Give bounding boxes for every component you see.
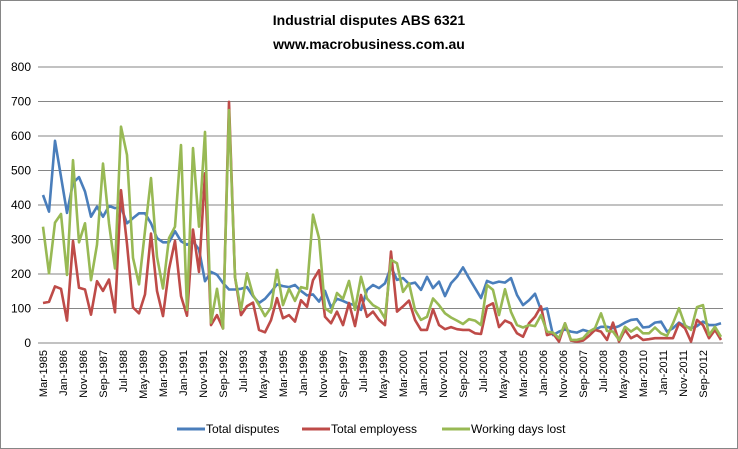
legend-label: Total employess [331, 422, 417, 436]
y-tick-label: 400 [11, 198, 31, 212]
x-tick-label: Mar-2005 [518, 350, 530, 397]
y-tick-label: 800 [11, 60, 31, 74]
legend-item: Total employess [302, 422, 417, 436]
legend: Total disputes Total employess Working day… [177, 422, 566, 436]
x-tick-label: Jan-2011 [658, 350, 670, 395]
x-tick-label: Sep-1992 [218, 350, 230, 398]
x-tick-label: May-1989 [138, 350, 150, 399]
x-tick-label: May-2009 [618, 350, 630, 399]
y-tick-label: 200 [11, 267, 31, 281]
legend-label: Working days lost [471, 422, 566, 436]
x-tick-label: May-1999 [378, 350, 390, 399]
legend-label: Total disputes [206, 422, 279, 436]
x-tick-label: Nov-2011 [678, 350, 690, 397]
x-tick-label: Jul-2008 [598, 350, 610, 392]
x-tick-label: May-2004 [498, 350, 510, 399]
series-line-3 [41, 108, 723, 342]
y-tick-label: 500 [11, 164, 31, 178]
gridlines [38, 66, 723, 344]
chart-container: Industrial disputes ABS 6321 www.macrobu… [0, 0, 738, 449]
y-tick-label: 300 [11, 233, 31, 247]
x-tick-label: Sep-2012 [698, 350, 710, 398]
x-tick-label: Jan-1986 [58, 350, 70, 396]
chart-title: Industrial disputes ABS 6321 [273, 12, 466, 28]
x-tick-label: Mar-2010 [638, 350, 650, 397]
x-tick-label: Jul-2003 [478, 350, 490, 392]
x-tick-label: Jan-2001 [418, 350, 430, 396]
x-axis: Mar-1985 Jan-1986 Nov-1986 Sep-1987 Jul-1988… [38, 350, 710, 399]
x-tick-label: Nov-1986 [78, 350, 90, 398]
chart-subtitle: www.macrobusiness.com.au [272, 36, 465, 52]
series-line-2 [42, 100, 723, 343]
x-tick-label: Mar-1995 [278, 350, 290, 397]
x-tick-label: May-1994 [258, 350, 270, 399]
x-tick-label: Sep-1997 [338, 350, 350, 398]
x-tick-label: Jan-1991 [178, 350, 190, 396]
x-tick-label: Nov-1996 [318, 350, 330, 398]
x-tick-label: Jul-1993 [238, 350, 250, 392]
x-tick-label: Jul-1998 [358, 350, 370, 392]
y-tick-label: 600 [11, 129, 31, 143]
x-tick-label: Nov-1991 [198, 350, 210, 398]
x-tick-label: Nov-2006 [558, 350, 570, 398]
series-lines [41, 100, 723, 343]
x-tick-label: Jan-1996 [298, 350, 310, 396]
x-tick-label: Mar-1990 [158, 350, 170, 397]
x-tick-label: Sep-2007 [578, 350, 590, 398]
y-axis: 0 100 200 300 400 500 600 700 800 [11, 60, 31, 350]
x-tick-label: Jul-1988 [118, 350, 130, 392]
legend-item: Working days lost [442, 422, 566, 436]
x-tick-label: Jan-2006 [538, 350, 550, 396]
y-tick-label: 0 [24, 336, 31, 350]
x-tick-label: Nov-2001 [438, 350, 450, 398]
y-tick-label: 700 [11, 95, 31, 109]
x-tick-label: Sep-1987 [98, 350, 110, 398]
x-tick-label: Mar-1985 [38, 350, 50, 397]
legend-item: Total disputes [177, 422, 279, 436]
line-chart: Industrial disputes ABS 6321 www.macrobu… [11, 12, 723, 436]
x-tick-label: Mar-2000 [398, 350, 410, 397]
y-tick-label: 100 [11, 302, 31, 316]
x-tick-label: Sep-2002 [458, 350, 470, 398]
